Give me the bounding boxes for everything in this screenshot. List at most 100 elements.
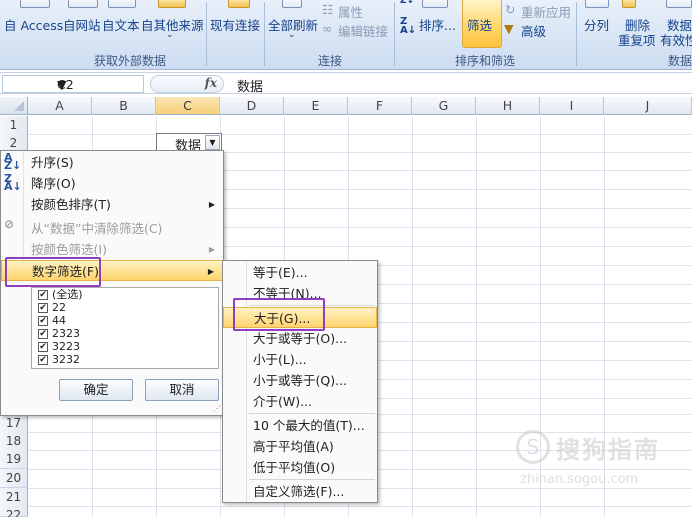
chevron-down-icon: ⌄ [166, 30, 174, 40]
column-header[interactable]: A [28, 97, 92, 115]
web-icon [68, 0, 98, 8]
row-header[interactable]: 17 [0, 414, 28, 433]
from-text-button[interactable]: 自文本 [102, 15, 140, 34]
column-header[interactable]: B [92, 97, 156, 115]
chevron-down-icon[interactable]: ▼ [57, 77, 67, 92]
checkbox-checked-icon[interactable]: ✔ [38, 303, 48, 313]
refresh-icon [282, 0, 302, 8]
ok-button[interactable]: 确定 [59, 379, 133, 401]
cancel-button[interactable]: 取消 [145, 379, 219, 401]
sort-descending-label: 降序(O) [31, 176, 76, 191]
existing-connections-button[interactable]: 现有连接 [210, 15, 260, 34]
column-header-selected[interactable]: C [156, 97, 220, 115]
gridline [476, 116, 477, 517]
group-label-connections: 连接 [317, 54, 342, 68]
less-than-item[interactable]: 小于(L)... [223, 349, 377, 370]
group-label-sort-filter: 排序和筛选 [454, 54, 515, 68]
data-validation-icon [666, 0, 692, 8]
advanced-button[interactable]: 高级 [521, 21, 546, 40]
column-header[interactable]: I [540, 97, 604, 115]
autofilter-dropdown-button[interactable]: ▼ [205, 135, 220, 150]
sort-ascending-label: 升序(S) [31, 155, 74, 170]
checkbox-checked-icon[interactable]: ✔ [38, 329, 48, 339]
formula-input[interactable]: 数据 [237, 76, 263, 95]
sort-za-icon[interactable]: Z A↓ [400, 17, 416, 36]
clear-filter-icon: ⊘ [4, 217, 15, 231]
clear-filter-label: 从“数据”中清除筛选(C) [31, 221, 163, 236]
row-header[interactable]: 21 [0, 488, 28, 507]
less-or-equal-item[interactable]: 小于或等于(Q)... [223, 370, 377, 391]
checkbox-checked-icon[interactable]: ✔ [38, 355, 48, 365]
row-header[interactable]: 19 [0, 450, 28, 469]
sort-descending-icon: Z A↓ [4, 172, 22, 193]
above-average-item[interactable]: 高于平均值(A) [223, 436, 377, 457]
equals-item[interactable]: 等于(E)... [223, 262, 377, 283]
submenu-item-label: 小于(L)... [253, 352, 307, 367]
link-icon: ∞ [322, 21, 333, 36]
submenu-item-label: 等于(E)... [253, 265, 308, 280]
insert-function-area[interactable]: fx [150, 75, 224, 93]
row-header[interactable]: 22 [0, 506, 28, 517]
name-box[interactable]: C2 ▼ [2, 75, 144, 93]
gridline [28, 506, 692, 507]
column-header[interactable]: E [284, 97, 348, 115]
column-header[interactable]: H [476, 97, 540, 115]
sort-by-color-item[interactable]: 按颜色排序(T) ▶ [1, 194, 223, 215]
chevron-down-icon: ⌄ [288, 30, 296, 40]
filter-values-list[interactable]: ✔ (全选) ✔ 22 ✔ 44 ✔ 2323 ✔ 3223 ✔ 3232 [31, 287, 219, 369]
chevron-right-icon: ▶ [207, 267, 214, 276]
group-separator [576, 2, 577, 66]
properties-button[interactable]: 属性 [338, 2, 363, 21]
select-all-corner[interactable] [0, 97, 28, 115]
remove-duplicates-icon [622, 0, 636, 8]
row-header[interactable]: 1 [0, 116, 28, 135]
from-access-button[interactable]: 自 Access [4, 15, 63, 34]
checkbox-checked-icon[interactable]: ✔ [38, 342, 48, 352]
value-label: 22 [52, 301, 66, 314]
filter-button[interactable]: 筛选 [467, 15, 492, 34]
between-item[interactable]: 介于(W)... [223, 391, 377, 412]
value-label: 3223 [52, 340, 80, 353]
submenu-item-label: 低于平均值(O) [253, 460, 336, 475]
fx-icon[interactable]: fx [205, 76, 217, 90]
checkbox-checked-icon[interactable]: ✔ [38, 290, 48, 300]
submenu-item-label: 大于或等于(O)... [253, 331, 348, 346]
menu-separator [249, 479, 375, 480]
row-header[interactable]: 18 [0, 432, 28, 451]
custom-filter-item[interactable]: 自定义筛选(F)... [223, 481, 377, 502]
greater-or-equal-item[interactable]: 大于或等于(O)... [223, 328, 377, 349]
access-icon [20, 0, 50, 8]
split-columns-icon [585, 0, 609, 8]
data-validation-label: 有效性 [660, 33, 692, 48]
from-web-button[interactable]: 自网站 [63, 15, 101, 34]
split-columns-button[interactable]: 分列 [584, 15, 609, 34]
sort-az-icon[interactable]: Z↓ [400, 0, 414, 6]
edit-links-button[interactable]: 编辑链接 [338, 21, 388, 40]
submenu-item-label: 自定义筛选(F)... [253, 484, 345, 499]
column-header[interactable]: G [412, 97, 476, 115]
column-header[interactable]: D [220, 97, 284, 115]
row-header[interactable]: 20 [0, 469, 28, 488]
column-header[interactable]: F [348, 97, 412, 115]
resize-grip-icon[interactable]: ⋰ [213, 404, 221, 413]
text-file-icon [108, 0, 136, 8]
group-separator [206, 2, 207, 66]
reapply-button[interactable]: 重新应用 [521, 2, 571, 21]
column-header[interactable]: J [604, 97, 692, 115]
value-label: (全选) [52, 288, 83, 301]
below-average-item[interactable]: 低于平均值(O) [223, 457, 377, 478]
properties-icon: ☷ [322, 2, 334, 17]
sort-button[interactable]: 排序... [419, 15, 456, 34]
checkbox-checked-icon[interactable]: ✔ [38, 316, 48, 326]
sort-ascending-icon: A Z↓ [4, 151, 22, 172]
chevron-right-icon: ▶ [208, 200, 215, 209]
group-label-data-tools: 数据 [667, 54, 692, 68]
sort-descending-item[interactable]: Z A↓ 降序(O) [1, 173, 223, 194]
number-filter-submenu: 等于(E)... 不等于(N)... 大于(G)... 大于或等于(O)... … [222, 260, 378, 503]
top-10-item[interactable]: 10 个最大的值(T)... [223, 415, 377, 436]
sort-ascending-item[interactable]: A Z↓ 升序(S) [1, 152, 223, 173]
autofilter-menu: A Z↓ 升序(S) Z A↓ 降序(O) 按颜色排序(T) ▶ ⊘ 从“数据”中清… [0, 150, 224, 416]
clear-filter-item[interactable]: ⊘ 从“数据”中清除筛选(C) [1, 218, 223, 239]
menu-separator [249, 413, 375, 414]
value-label: 44 [52, 314, 66, 327]
